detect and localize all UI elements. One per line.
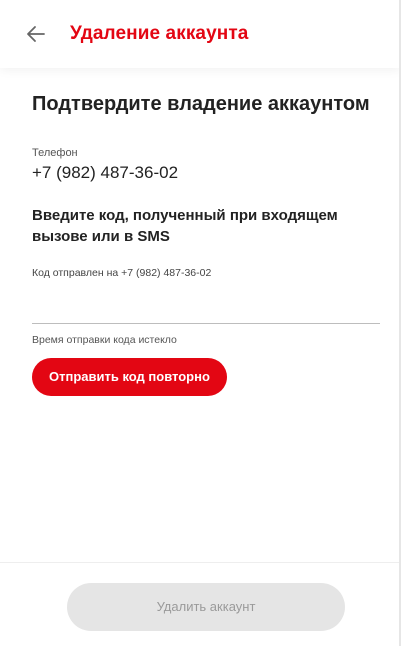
delete-account-button[interactable]: Удалить аккаунт [67, 583, 345, 631]
header-title: Удаление аккаунта [70, 23, 249, 44]
code-instruction: Введите код, полученный при входящем выз… [32, 207, 338, 245]
phone-label: Телефон [32, 147, 78, 159]
footer-divider [0, 562, 401, 563]
back-button[interactable] [24, 22, 48, 46]
arrow-left-icon [27, 26, 45, 42]
main-content: Подтвердите владение аккаунтом Телефон +… [32, 92, 384, 396]
resend-code-button[interactable]: Отправить код повторно [32, 358, 227, 396]
app-header: Удаление аккаунта [0, 0, 401, 68]
phone-value: +7 (982) 487-36-02 [32, 163, 179, 182]
code-expired-note: Время отправки кода истекло [32, 334, 177, 346]
code-sent-note: Код отправлен на +7 (982) 487-36-02 [32, 267, 212, 279]
code-input[interactable] [32, 305, 380, 324]
page-title: Подтвердите владение аккаунтом [32, 93, 370, 115]
